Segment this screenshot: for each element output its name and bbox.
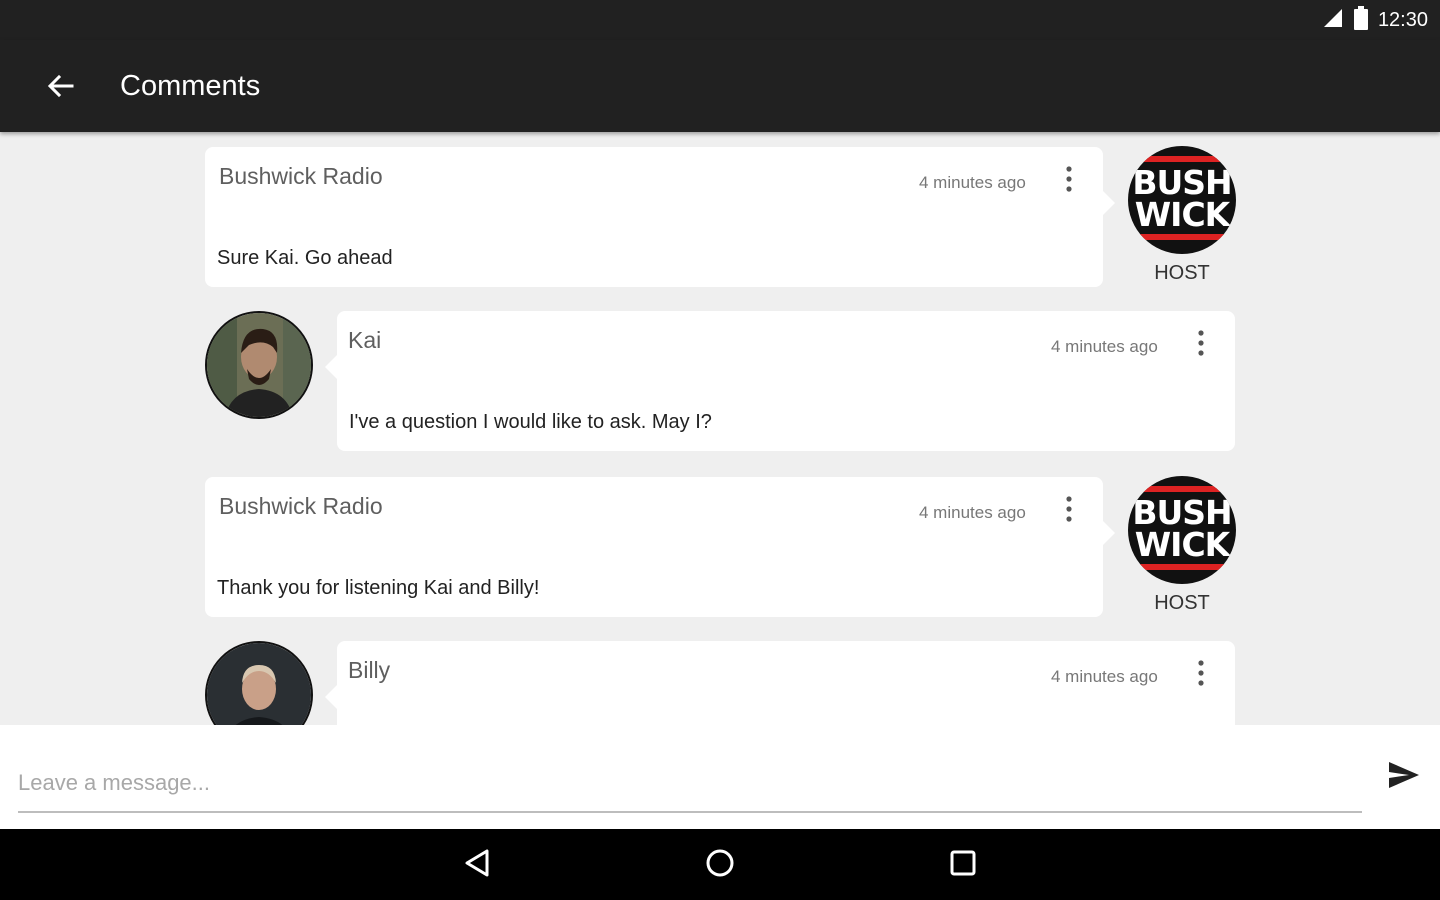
triangle-back-icon [463,848,493,883]
comment-time: 4 minutes ago [919,173,1026,192]
app-bar: Comments [0,40,1440,132]
status-bar: 12:30 [0,0,1440,40]
host-avatar[interactable]: BUSH WICK [1128,476,1236,584]
nav-back-button[interactable] [456,843,500,887]
message-composer [0,725,1440,829]
comment-time: 4 minutes ago [1051,337,1158,356]
avatar-kai[interactable] [205,311,313,419]
page-title: Comments [120,70,261,102]
square-recents-icon [948,848,978,883]
host-label: HOST [1154,592,1210,614]
comment-author: Kai [348,327,382,353]
status-icons: 12:30 [1322,5,1428,35]
battery-icon [1353,5,1368,35]
more-options-button[interactable] [1056,163,1082,199]
comment-text: I've a question I would like to ask. May… [349,411,712,433]
more-vert-icon [1066,495,1072,527]
send-icon [1387,760,1421,795]
avatar-billy[interactable] [205,641,313,725]
circle-home-icon [705,848,735,883]
cell-signal-icon [1322,7,1344,34]
send-button[interactable] [1382,755,1426,799]
host-label: HOST [1154,262,1210,284]
comment-text: Thank you for listening Kai and Billy! [217,577,540,599]
nav-recents-button[interactable] [941,843,985,887]
comment-card: Kai 4 minutes ago I've a question I woul… [325,311,1235,451]
comment-time: 4 minutes ago [919,503,1026,522]
more-options-button[interactable] [1188,657,1214,693]
comment-time: 4 minutes ago [1051,667,1158,686]
comments-list[interactable]: Bushwick Radio 4 minutes ago Sure Kai. G… [0,132,1440,725]
status-time: 12:30 [1377,8,1428,31]
more-options-button[interactable] [1188,327,1214,363]
nav-home-button[interactable] [698,843,742,887]
back-button[interactable] [40,68,80,108]
comment-card: Billy 4 minutes ago [325,641,1235,725]
more-vert-icon [1066,165,1072,197]
arrow-back-icon [45,71,75,106]
comment-author: Bushwick Radio [219,493,383,519]
comment-text: Sure Kai. Go ahead [217,247,393,269]
comment-card: Bushwick Radio 4 minutes ago Thank you f… [205,477,1115,617]
comment-author: Billy [348,657,391,683]
more-vert-icon [1198,329,1204,361]
logo-text-wick: WICK [1134,195,1230,234]
more-vert-icon [1198,659,1204,691]
logo-text-wick: WICK [1134,525,1230,564]
system-nav-bar [0,829,1440,900]
host-avatar[interactable]: BUSH WICK [1128,146,1236,254]
more-options-button[interactable] [1056,493,1082,529]
comment-card: Bushwick Radio 4 minutes ago Sure Kai. G… [205,147,1115,287]
message-input[interactable] [18,755,1362,813]
comment-author: Bushwick Radio [219,163,383,189]
